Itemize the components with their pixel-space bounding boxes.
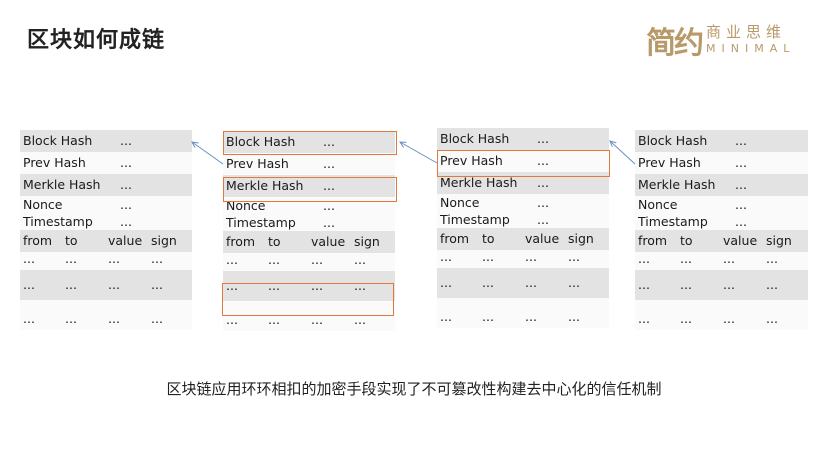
arrow-block4-to-block3 — [610, 141, 636, 165]
arrow-block3-to-block2 — [400, 142, 438, 164]
arrow-block2-to-block1 — [192, 142, 224, 165]
slide-caption: 区块链应用环环相扣的加密手段实现了不可篡改性构建去中心化的信任机制 — [166, 380, 662, 398]
